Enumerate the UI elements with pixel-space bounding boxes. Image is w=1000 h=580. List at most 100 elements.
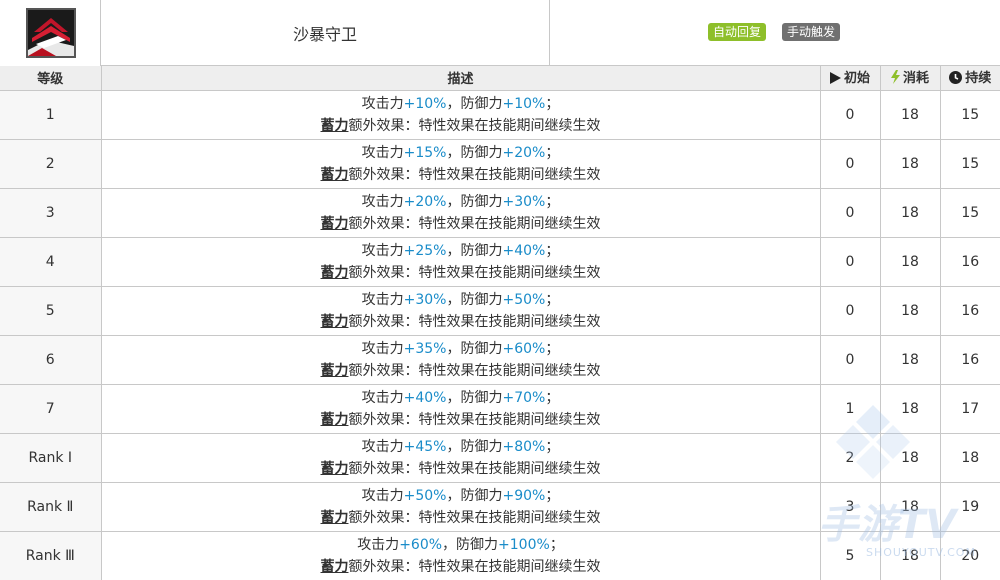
level-cell: Rank Ⅱ	[0, 481, 102, 532]
charge-keyword-link[interactable]: 蓄力	[321, 412, 349, 428]
desc-cell: 攻击力+50%，防御力+90%； 蓄力额外效果：特性效果在技能期间继续生效	[100, 481, 821, 532]
desc-line-1: 攻击力+30%，防御力+50%；	[102, 289, 820, 311]
level-cell: 4	[0, 236, 102, 287]
atk-label: 攻击力	[361, 291, 404, 308]
duration-cell: 15	[939, 138, 1000, 189]
line-end: ；	[545, 144, 560, 161]
extra-effect-text: 额外效果：特性效果在技能期间继续生效	[348, 509, 601, 526]
skill-icon	[26, 8, 76, 58]
separator: ，	[446, 144, 461, 161]
extra-effect-text: 额外效果：特性效果在技能期间继续生效	[348, 411, 601, 428]
table-row: 2 攻击力+15%，防御力+20%； 蓄力额外效果：特性效果在技能期间继续生效 0 18…	[0, 138, 1000, 189]
recovery-tag: 自动回复	[708, 23, 767, 41]
table-row: Rank Ⅲ 攻击力+60%，防御力+100%； 蓄力额外效果：特性效果在技能期间继…	[0, 530, 1000, 580]
desc-cell: 攻击力+30%，防御力+50%； 蓄力额外效果：特性效果在技能期间继续生效	[100, 285, 821, 336]
skill-name: 沙暴守卫	[101, 0, 550, 66]
line-end: ；	[545, 438, 560, 455]
duration-header-label: 持续	[965, 71, 992, 87]
cost-cell: 18	[879, 530, 941, 580]
initial-header-label: 初始	[843, 71, 870, 87]
cost-header: 消耗	[879, 66, 941, 91]
atk-label: 攻击力	[357, 536, 400, 553]
cost-header-label: 消耗	[902, 71, 929, 87]
atk-value: +30%	[403, 291, 447, 308]
atk-label: 攻击力	[361, 389, 404, 406]
duration-cell: 15	[939, 89, 1000, 140]
skill-tags: 自动回复 手动触发	[550, 0, 1000, 66]
desc-line-2: 蓄力额外效果：特性效果在技能期间继续生效	[102, 115, 820, 137]
level-cell: Rank Ⅰ	[0, 432, 102, 483]
desc-line-2: 蓄力额外效果：特性效果在技能期间继续生效	[102, 556, 820, 578]
desc-line-2: 蓄力额外效果：特性效果在技能期间继续生效	[102, 360, 820, 382]
initial-cell: 5	[819, 530, 881, 580]
charge-keyword-link[interactable]: 蓄力	[321, 363, 349, 379]
level-header: 等级	[0, 66, 102, 91]
desc-cell: 攻击力+20%，防御力+30%； 蓄力额外效果：特性效果在技能期间继续生效	[100, 187, 821, 238]
extra-effect-text: 额外效果：特性效果在技能期间继续生效	[348, 215, 601, 232]
table-row: 7 攻击力+40%，防御力+70%； 蓄力额外效果：特性效果在技能期间继续生效 1 18…	[0, 383, 1000, 434]
cost-cell: 18	[879, 236, 941, 287]
initial-cell: 0	[819, 334, 881, 385]
charge-keyword-link[interactable]: 蓄力	[321, 461, 349, 477]
desc-line-1: 攻击力+40%，防御力+70%；	[102, 387, 820, 409]
desc-line-2: 蓄力额外效果：特性效果在技能期间继续生效	[102, 213, 820, 235]
atk-value: +40%	[403, 389, 447, 406]
duration-cell: 17	[939, 383, 1000, 434]
def-value: +80%	[502, 438, 546, 455]
charge-keyword-link[interactable]: 蓄力	[321, 118, 349, 134]
desc-cell: 攻击力+60%，防御力+100%； 蓄力额外效果：特性效果在技能期间继续生效	[100, 530, 821, 580]
table-row: 1 攻击力+10%，防御力+10%； 蓄力额外效果：特性效果在技能期间继续生效 0 18…	[0, 89, 1000, 140]
def-label: 防御力	[460, 242, 503, 259]
initial-cell: 0	[819, 236, 881, 287]
cost-cell: 18	[879, 89, 941, 140]
atk-label: 攻击力	[361, 193, 404, 210]
atk-label: 攻击力	[361, 242, 404, 259]
def-label: 防御力	[456, 536, 499, 553]
desc-header: 描述	[100, 66, 821, 91]
charge-keyword-link[interactable]: 蓄力	[321, 167, 349, 183]
def-value: +60%	[502, 340, 546, 357]
duration-cell: 20	[939, 530, 1000, 580]
level-cell: 2	[0, 138, 102, 189]
atk-value: +10%	[403, 95, 447, 112]
line-end: ；	[545, 193, 560, 210]
table-row: Rank Ⅱ 攻击力+50%，防御力+90%； 蓄力额外效果：特性效果在技能期间继续…	[0, 481, 1000, 532]
duration-cell: 18	[939, 432, 1000, 483]
level-cell: 1	[0, 89, 102, 140]
cost-cell: 18	[879, 285, 941, 336]
table-header-row: 等级 描述 初始 消耗 持续	[0, 66, 1000, 91]
duration-cell: 16	[939, 236, 1000, 287]
desc-line-2: 蓄力额外效果：特性效果在技能期间继续生效	[102, 262, 820, 284]
charge-keyword-link[interactable]: 蓄力	[321, 559, 349, 575]
def-label: 防御力	[460, 487, 503, 504]
charge-keyword-link[interactable]: 蓄力	[321, 314, 349, 330]
table-row: 6 攻击力+35%，防御力+60%； 蓄力额外效果：特性效果在技能期间继续生效 0 18…	[0, 334, 1000, 385]
desc-line-1: 攻击力+45%，防御力+80%；	[102, 436, 820, 458]
initial-cell: 0	[819, 138, 881, 189]
atk-label: 攻击力	[361, 95, 404, 112]
separator: ，	[446, 95, 461, 112]
desc-line-2: 蓄力额外效果：特性效果在技能期间继续生效	[102, 409, 820, 431]
charge-keyword-link[interactable]: 蓄力	[321, 510, 349, 526]
clock-icon	[949, 71, 963, 88]
lightning-icon	[890, 70, 900, 88]
trigger-tag: 手动触发	[782, 23, 841, 41]
initial-cell: 1	[819, 383, 881, 434]
charge-keyword-link[interactable]: 蓄力	[321, 265, 349, 281]
cost-cell: 18	[879, 432, 941, 483]
separator: ，	[442, 536, 457, 553]
charge-keyword-link[interactable]: 蓄力	[321, 216, 349, 232]
desc-line-2: 蓄力额外效果：特性效果在技能期间继续生效	[102, 164, 820, 186]
def-label: 防御力	[460, 95, 503, 112]
desc-line-1: 攻击力+60%，防御力+100%；	[102, 534, 820, 556]
line-end: ；	[549, 536, 564, 553]
def-value: +10%	[502, 95, 546, 112]
extra-effect-text: 额外效果：特性效果在技能期间继续生效	[348, 264, 601, 281]
line-end: ；	[545, 389, 560, 406]
cost-cell: 18	[879, 334, 941, 385]
desc-line-1: 攻击力+50%，防御力+90%；	[102, 485, 820, 507]
atk-value: +45%	[403, 438, 447, 455]
extra-effect-text: 额外效果：特性效果在技能期间继续生效	[348, 558, 601, 575]
line-end: ；	[545, 95, 560, 112]
extra-effect-text: 额外效果：特性效果在技能期间继续生效	[348, 166, 601, 183]
